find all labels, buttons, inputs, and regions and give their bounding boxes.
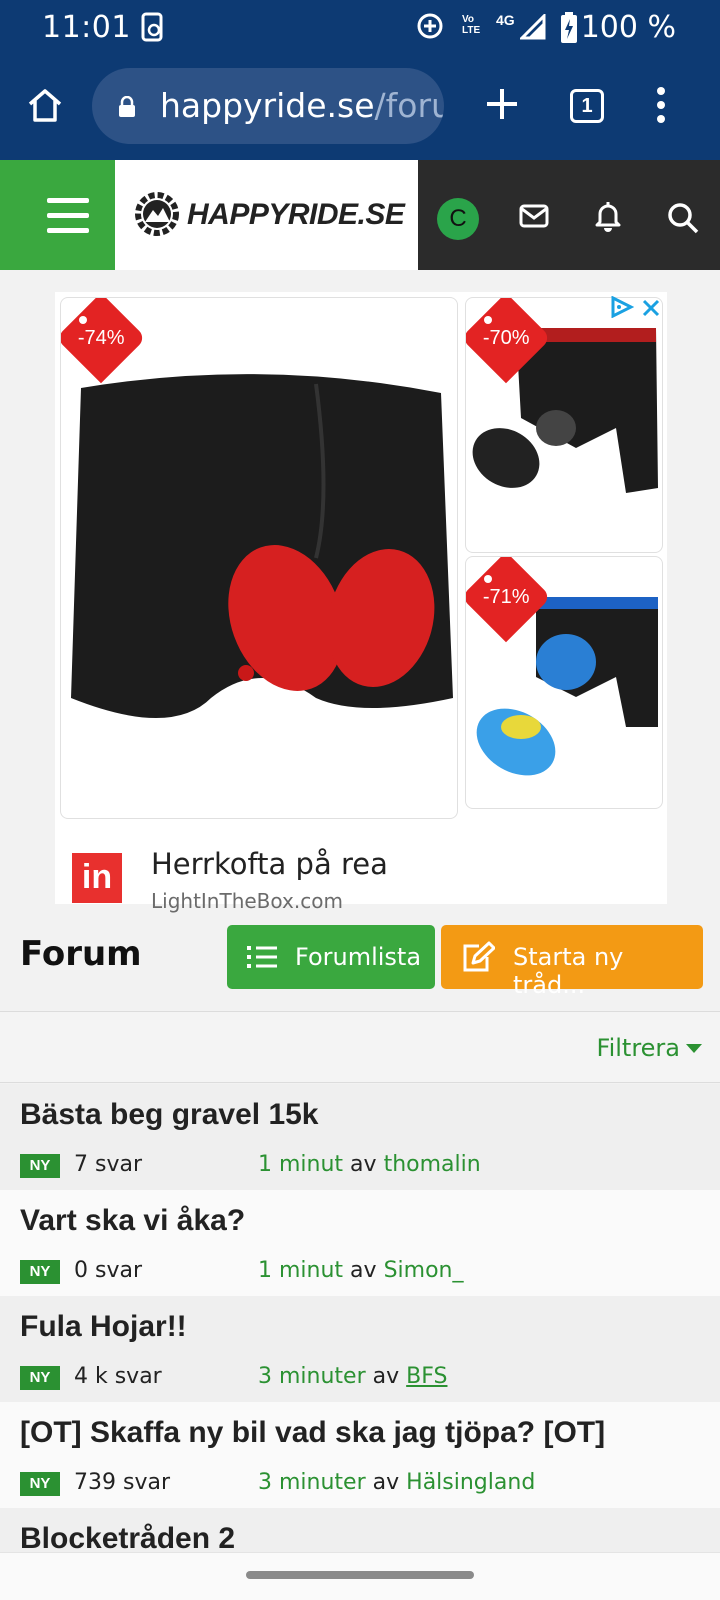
ad-product-image-3[interactable]: -71% [465,556,663,809]
status-time: 11:01 [42,10,131,45]
last-post-meta: 1 minut av thomalin [258,1152,481,1177]
reply-count: 739 svar [74,1470,170,1495]
last-post-user[interactable]: thomalin [384,1152,481,1177]
url-host: happyride.se [160,86,375,125]
adchoices-icon[interactable] [610,296,634,318]
thread-row[interactable]: Fula Hojar!! NY 4 k svar 3 minuter av BF… [0,1296,720,1402]
by-label: av [372,1364,400,1389]
reply-count: 4 k svar [74,1364,162,1389]
last-post-user[interactable]: Hälsingland [406,1470,535,1495]
filter-button[interactable]: Filtrera [597,1034,680,1062]
last-post-user[interactable]: Simon_ [384,1258,464,1283]
last-post-user[interactable]: BFS [406,1364,447,1389]
battery-charging-icon [561,12,577,43]
status-bar: 11:01 Vo LTE 4G 100 % [0,0,720,56]
thread-row[interactable]: Blocketråden 2 [0,1508,720,1552]
volte-indicator: Vo LTE [462,14,481,36]
ad-footer[interactable]: in Herrkofta på rea LightInTheBox.com [55,819,667,913]
last-post-time[interactable]: 1 minut [258,1258,343,1283]
close-icon[interactable] [641,298,661,318]
start-thread-button[interactable]: Starta ny tråd... [441,925,703,999]
signal-icon [520,14,546,40]
home-icon[interactable] [26,86,64,124]
badge-dot [79,316,87,324]
url-text: happyride.se/foru [160,86,444,125]
ad-product-image-2[interactable]: -70% [465,297,663,553]
new-badge: NY [20,1366,60,1390]
thread-row[interactable]: [OT] Skaffa ny bil vad ska jag tjöpa? [O… [0,1402,720,1508]
phone-call-icon [141,12,163,42]
url-path: /foru [374,86,444,125]
new-badge: NY [20,1260,60,1284]
forumlista-label: Forumlista [295,943,422,971]
menu-button[interactable] [0,160,115,270]
mountain-gear-logo-icon [135,192,179,236]
reply-count: 0 svar [74,1258,142,1283]
system-nav-bar [0,1552,720,1600]
advertisement[interactable]: -74% -70% -71% in Herrkofta på rea Light… [55,292,667,913]
advertiser-logo: in [72,853,122,903]
ad-domain: LightInTheBox.com [151,889,343,913]
user-avatar[interactable]: C [437,198,479,240]
thread-row[interactable]: Bästa beg gravel 15k NY 7 svar 1 minut a… [0,1084,720,1190]
battery-percent: 100 % [580,10,676,45]
ad-headline[interactable]: Herrkofta på rea [151,847,388,881]
browser-toolbar: happyride.se/foru 1 [0,56,720,160]
forumlista-button[interactable]: Forumlista [227,925,435,989]
thread-title[interactable]: Vart ska vi åka? [20,1204,245,1238]
badge-dot [484,575,492,583]
thread-title[interactable]: Fula Hojar!! [20,1310,187,1344]
thread-row[interactable]: Vart ska vi åka? NY 0 svar 1 minut av Si… [0,1190,720,1296]
network-type: 4G [496,12,515,28]
search-icon[interactable] [667,202,699,234]
thread-title[interactable]: Bästa beg gravel 15k [20,1098,319,1132]
tab-switcher-button[interactable]: 1 [570,89,604,123]
badge-dot [484,316,492,324]
reply-count: 7 svar [74,1152,142,1177]
lock-icon [119,96,135,117]
filter-bar: Filtrera [0,1011,720,1083]
chevron-down-icon[interactable] [686,1044,702,1053]
by-label: av [372,1470,400,1495]
last-post-meta: 1 minut av Simon_ [258,1258,463,1283]
menu-icon-bar [47,213,89,218]
bell-icon[interactable] [594,200,622,232]
last-post-meta: 3 minuter av BFS [258,1364,447,1389]
edit-icon [463,941,495,972]
new-badge: NY [20,1472,60,1496]
data-saver-icon [417,13,443,39]
start-thread-label: Starta ny tråd... [513,943,624,999]
thread-title[interactable]: [OT] Skaffa ny bil vad ska jag tjöpa? [O… [20,1416,605,1450]
last-post-meta: 3 minuter av Hälsingland [258,1470,535,1495]
menu-icon-bar [47,198,89,203]
padded-shorts-image [71,374,453,718]
last-post-time[interactable]: 3 minuter [258,1364,366,1389]
logo-text: HAPPYRIDE.SE [187,198,405,231]
menu-icon-bar [47,228,89,233]
new-badge: NY [20,1154,60,1178]
thread-title[interactable]: Blocketråden 2 [20,1522,235,1552]
list-icon [247,946,277,968]
site-header: HAPPYRIDE.SE C [0,160,720,270]
last-post-time[interactable]: 3 minuter [258,1470,366,1495]
by-label: av [350,1152,377,1177]
ad-product-image-main[interactable]: -74% [60,297,458,819]
more-options-icon[interactable] [655,86,667,124]
last-post-time[interactable]: 1 minut [258,1152,343,1177]
page-title: Forum [20,934,142,974]
new-tab-icon[interactable] [484,86,520,122]
url-bar[interactable]: happyride.se/foru [92,68,444,144]
envelope-icon[interactable] [519,204,549,228]
site-logo[interactable]: HAPPYRIDE.SE [115,160,418,270]
home-gesture-handle[interactable] [246,1571,474,1579]
by-label: av [350,1258,377,1283]
